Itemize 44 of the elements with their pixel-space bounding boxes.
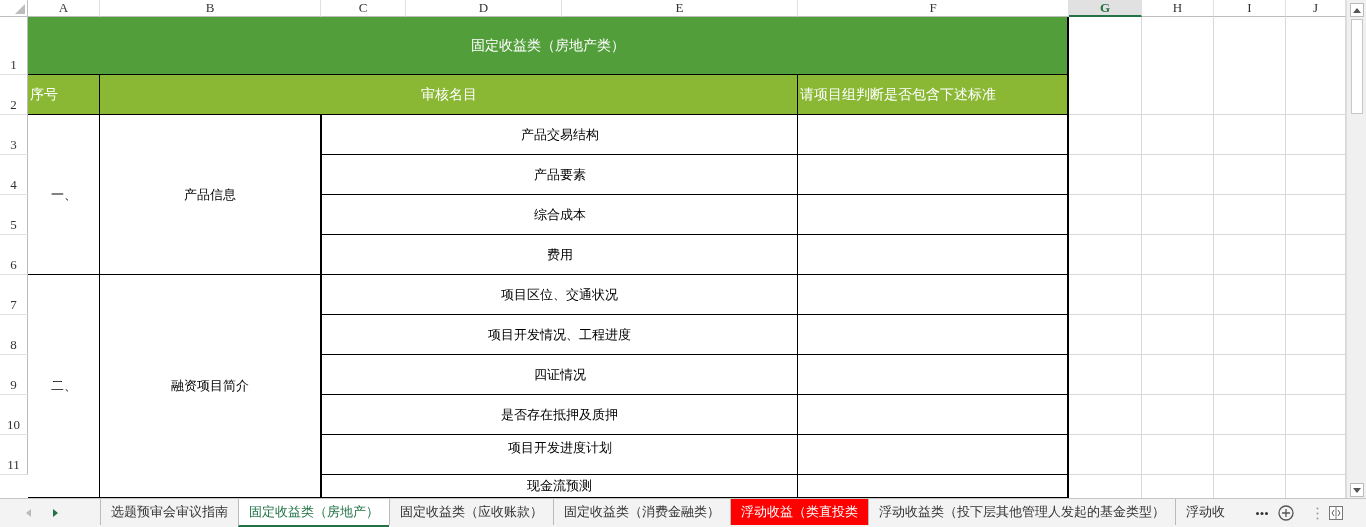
table-cell: 综合成本 — [321, 195, 798, 235]
table-cell: 二、 — [28, 275, 100, 498]
column-header[interactable]: D — [406, 0, 562, 17]
column-header[interactable]: I — [1214, 0, 1286, 17]
column-label: 序号 — [28, 75, 100, 115]
scrollbar-thumb[interactable] — [1350, 19, 1363, 114]
scroll-right-icon[interactable] — [53, 509, 58, 517]
column-header[interactable]: E — [562, 0, 798, 17]
table-cell: 费用 — [321, 235, 798, 275]
sheet-tab[interactable]: 浮动收益（类直投类 — [730, 499, 868, 525]
splitter-handle-icon[interactable] — [1316, 506, 1319, 520]
table-cell: 项目开发进度计划 — [321, 435, 798, 475]
column-label: 审核名目 — [100, 75, 798, 115]
table-cell: 是否存在抵押及质押 — [321, 395, 798, 435]
column-header[interactable]: F — [798, 0, 1069, 17]
column-label: 请项目组判断是否包含下述标准 — [798, 75, 1069, 115]
sheet-tab[interactable]: 浮动收益类（投下层其他管理人发起的基金类型） — [868, 499, 1175, 525]
arrow-up-icon — [1352, 7, 1361, 13]
column-header[interactable]: J — [1286, 0, 1346, 17]
column-header[interactable]: G — [1069, 0, 1142, 17]
column-header[interactable]: B — [100, 0, 321, 17]
add-sheet-icon[interactable] — [1278, 505, 1294, 521]
table-cell: 产品交易结构 — [321, 115, 798, 155]
split-view-icon[interactable] — [1329, 506, 1343, 520]
table-cell: 项目开发情况、工程进度 — [321, 315, 798, 355]
more-tabs-icon[interactable] — [1256, 511, 1268, 515]
sheet-title: 固定收益类（房地产类） — [28, 17, 1069, 75]
sheet-tab[interactable]: 固定收益类（房地产） — [238, 499, 389, 527]
scroll-up-button[interactable] — [1349, 3, 1364, 17]
table-cell: 融资项目简介 — [100, 275, 321, 498]
sheet-tab[interactable]: 浮动收 — [1175, 499, 1235, 525]
table-cell: 一、 — [28, 115, 100, 275]
table-cell: 四证情况 — [321, 355, 798, 395]
scroll-down-button[interactable] — [1349, 483, 1364, 497]
corner-triangle-icon — [15, 4, 25, 14]
sheet-tab[interactable]: 固定收益类（应收账款） — [389, 499, 553, 525]
table-cell: 现金流预测 — [321, 475, 798, 498]
table-cell: 产品要素 — [321, 155, 798, 195]
table-cell: 项目区位、交通状况 — [321, 275, 798, 315]
column-header[interactable]: H — [1142, 0, 1214, 17]
column-header[interactable]: A — [28, 0, 100, 17]
column-header[interactable]: C — [321, 0, 406, 17]
arrow-down-icon — [1352, 487, 1361, 493]
table-cell: 产品信息 — [100, 115, 321, 275]
